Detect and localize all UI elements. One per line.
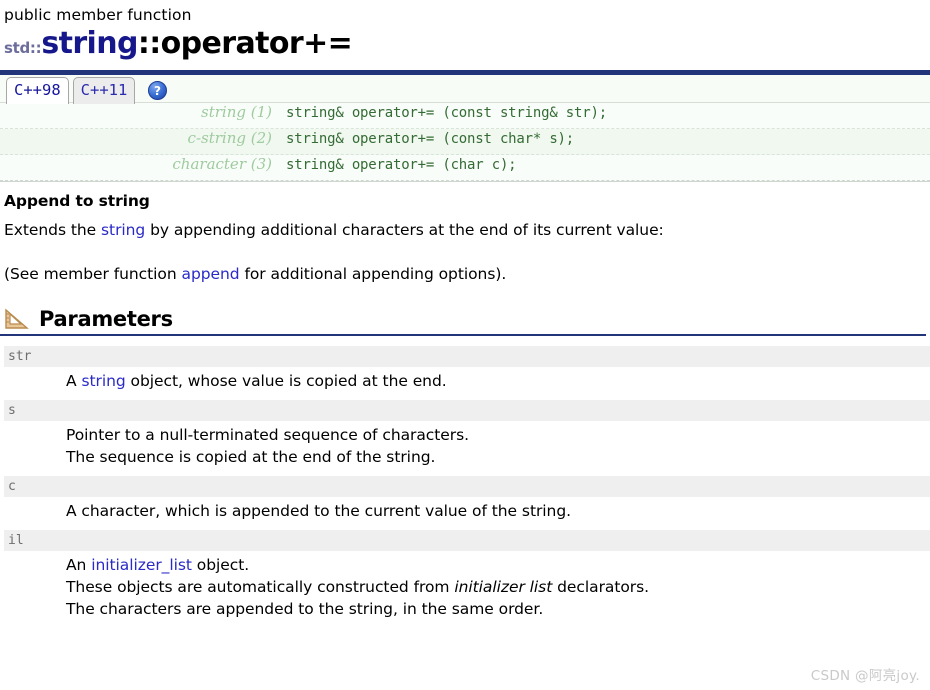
svg-text:?: ? <box>154 84 161 98</box>
signature-label: character (3) <box>172 155 272 173</box>
param-desc-il: An initializer_list object. These object… <box>4 551 930 628</box>
param-text: A character, which is appended to the cu… <box>66 502 571 520</box>
param-desc-str: A string object, whose value is copied a… <box>4 367 930 400</box>
parameters-heading-row: Parameters <box>4 307 930 334</box>
link-string[interactable]: string <box>81 372 125 390</box>
desc-text: for additional appending options). <box>239 265 507 283</box>
tab-cpp98[interactable]: C++98 <box>6 77 69 104</box>
title-class: string <box>41 26 138 61</box>
param-text: object. <box>191 556 250 574</box>
signature-code: string& operator+= (const string& str); <box>286 105 607 121</box>
signature-code: string& operator+= (char c); <box>286 157 517 173</box>
parameters-title: Parameters <box>39 307 173 331</box>
param-text: An <box>66 556 92 574</box>
param-line: The characters are appended to the strin… <box>66 598 930 620</box>
param-name-s: s <box>4 400 930 421</box>
signature-row: string (1) string& operator+= (const str… <box>0 103 930 129</box>
link-initializer-list[interactable]: initializer_list <box>91 556 192 574</box>
page-title: std::string::operator+= <box>0 24 930 69</box>
signature-label: c-string (2) <box>187 129 272 147</box>
param-text: object, whose value is copied at the end… <box>125 372 447 390</box>
param-text: The characters are appended to the strin… <box>66 600 544 618</box>
signature-label: string (1) <box>201 103 272 121</box>
title-namespace: std:: <box>4 39 42 57</box>
parameters-section: Parameters str A string object, whose va… <box>0 307 930 628</box>
description-heading: Append to string <box>4 192 150 210</box>
signature-block: string (1) string& operator+= (const str… <box>0 103 930 182</box>
parameters-divider <box>0 334 926 336</box>
version-tabbar: C++98 C++11 ? <box>0 75 930 104</box>
param-text: These objects are automatically construc… <box>66 578 455 596</box>
csdn-watermark: CSDN @阿亮joy. <box>810 668 920 684</box>
tabbar-underline <box>0 102 930 103</box>
set-square-ruler-icon <box>4 307 30 331</box>
param-line: These objects are automatically construc… <box>66 576 930 598</box>
param-text: A <box>66 372 82 390</box>
param-name-il: il <box>4 530 930 551</box>
description-block: Append to string Extends the string by a… <box>0 182 930 285</box>
param-line: An initializer_list object. <box>66 554 930 576</box>
param-desc-s: Pointer to a null-terminated sequence of… <box>4 421 930 476</box>
title-member: ::operator+= <box>137 26 353 61</box>
parameters-list: str A string object, whose value is copi… <box>4 346 930 628</box>
link-append[interactable]: append <box>182 265 240 283</box>
signature-code: string& operator+= (const char* s); <box>286 131 575 147</box>
signature-row: character (3) string& operator+= (char c… <box>0 155 930 181</box>
description-paragraph-2: (See member function append for addition… <box>4 263 926 285</box>
desc-text: Extends the <box>4 221 102 239</box>
signature-row: c-string (2) string& operator+= (const c… <box>0 129 930 155</box>
param-name-str: str <box>4 346 930 367</box>
help-question-icon[interactable]: ? <box>148 81 168 100</box>
desc-text: by appending additional characters at th… <box>145 221 664 239</box>
param-text: The sequence is copied at the end of the… <box>66 448 436 466</box>
param-text-italic: initializer list <box>454 578 553 596</box>
param-desc-c: A character, which is appended to the cu… <box>4 497 930 530</box>
param-text: Pointer to a null-terminated sequence of… <box>66 426 470 444</box>
page-kind-label: public member function <box>4 6 192 24</box>
param-text: declarators. <box>552 578 650 596</box>
link-string[interactable]: string <box>101 221 145 239</box>
param-name-c: c <box>4 476 930 497</box>
description-paragraph-1: Extends the string by appending addition… <box>4 219 926 241</box>
tab-cpp11[interactable]: C++11 <box>72 77 136 104</box>
version-tabs: C++98 C++11 ? <box>6 77 168 104</box>
desc-text: (See member function <box>4 265 182 283</box>
